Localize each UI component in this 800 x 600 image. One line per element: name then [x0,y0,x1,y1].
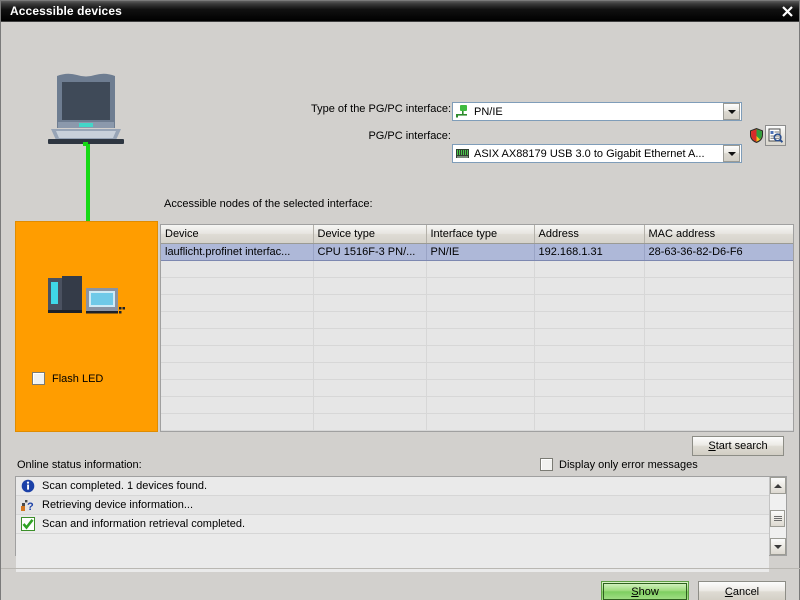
accessible-devices-dialog: Accessible devices Type of the PG/PC int… [0,0,800,600]
shield-icon[interactable] [746,125,767,146]
status-message-list: Scan completed. 1 devices found.? Retriev… [15,476,787,572]
table-row-empty[interactable] [161,277,793,295]
scrollbar-thumb[interactable] [770,510,785,527]
table-row-empty[interactable] [161,345,793,363]
properties-search-icon[interactable] [765,125,786,146]
column-header-address[interactable]: Address [534,225,645,244]
plc-device-icon [48,276,126,325]
table-row-empty[interactable] [161,379,793,397]
table-header-row: Device Device type Interface type Addres… [161,225,793,244]
network-node-icon [455,104,471,119]
column-header-mac-address[interactable]: MAC address [644,225,793,244]
flash-led-label: Flash LED [52,372,104,385]
table-row-empty[interactable] [161,413,793,431]
status-message-item[interactable]: Scan and information retrieval completed… [16,515,769,534]
success-icon [20,516,36,532]
cell-device: lauflicht.profinet interfac... [161,242,314,261]
cancel-button-label: Cancel [724,585,760,598]
status-message-text: Retrieving device information... [42,499,194,511]
pgpc-interface-label: PG/PC interface: [368,130,451,142]
status-message-item[interactable]: Scan completed. 1 devices found. [16,477,769,496]
window-title: Accessible devices [10,4,122,18]
column-header-device-type[interactable]: Device type [313,225,427,244]
error-filter-checkbox-box[interactable] [540,458,553,471]
table-row-empty[interactable] [161,396,793,414]
interface-type-row: Type of the PG/PC interface: [311,103,451,115]
pgpc-interface-row: PG/PC interface: [311,130,451,142]
pgpc-interface-value: ASIX AX88179 USB 3.0 to Gigabit Ethernet… [474,147,705,160]
cell-mac-address: 28-63-36-82-D6-F6 [644,242,793,261]
close-icon[interactable] [778,2,797,20]
footer-divider [1,568,800,569]
table-row-empty[interactable] [161,260,793,278]
scroll-down-icon[interactable] [770,538,786,555]
display-only-error-messages-checkbox[interactable]: Display only error messages [540,458,698,471]
question-icon: ? [20,497,36,513]
info-icon [20,478,36,494]
status-message-item[interactable]: ? Retrieving device information... [16,496,769,515]
table-row-empty[interactable] [161,328,793,346]
scrollbar-grip-icon [773,515,782,522]
svg-text:?: ? [27,501,34,512]
status-empty-row [16,534,769,553]
status-scrollbar[interactable] [769,477,786,555]
device-preview-panel: Flash LED [15,221,158,432]
accessible-nodes-table[interactable]: Device Device type Interface type Addres… [160,224,794,432]
cell-device-type: CPU 1516F-3 PN/... [313,242,427,261]
pgpc-interface-combobox[interactable]: ASIX AX88179 USB 3.0 to Gigabit Ethernet… [452,144,742,163]
title-bar: Accessible devices [1,1,799,22]
table-row-empty[interactable] [161,294,793,312]
status-message-text: Scan completed. 1 devices found. [42,480,208,492]
cell-address: 192.168.1.31 [534,242,645,261]
cell-interface-type: PN/IE [426,242,535,261]
chevron-down-icon[interactable] [723,103,740,120]
interface-type-value: PN/IE [474,105,503,118]
status-list[interactable]: Scan completed. 1 devices found.? Retriev… [16,477,769,572]
chevron-down-icon[interactable] [723,145,740,162]
column-header-device[interactable]: Device [161,225,314,244]
scrollbar-track[interactable] [770,494,786,538]
table-row-empty[interactable] [161,362,793,380]
table-row-empty[interactable] [161,311,793,329]
start-search-button[interactable]: Start search [692,436,784,456]
laptop-icon [45,72,127,149]
accessible-nodes-label: Accessible nodes of the selected interfa… [164,198,373,210]
show-button[interactable]: Show [601,581,689,600]
flash-led-checkbox[interactable]: Flash LED [32,372,103,385]
interface-type-combobox[interactable]: PN/IE [452,102,742,121]
show-button-label: Show [631,585,659,598]
online-status-label: Online status information: [17,459,142,471]
error-filter-label: Display only error messages [559,458,698,471]
dialog-body: Type of the PG/PC interface: PN/IE PG/PC… [1,22,800,600]
scroll-up-icon[interactable] [770,477,786,494]
network-card-icon [455,146,471,161]
cancel-button[interactable]: Cancel [698,581,786,600]
flash-led-checkbox-box[interactable] [32,372,45,385]
status-empty-row [16,553,769,572]
table-row[interactable]: lauflicht.profinet interfac... CPU 1516F-… [161,242,793,261]
status-message-text: Scan and information retrieval completed… [42,518,245,530]
start-search-label: Start search [708,440,768,452]
interface-type-label: Type of the PG/PC interface: [311,103,452,115]
column-header-interface-type[interactable]: Interface type [426,225,535,244]
